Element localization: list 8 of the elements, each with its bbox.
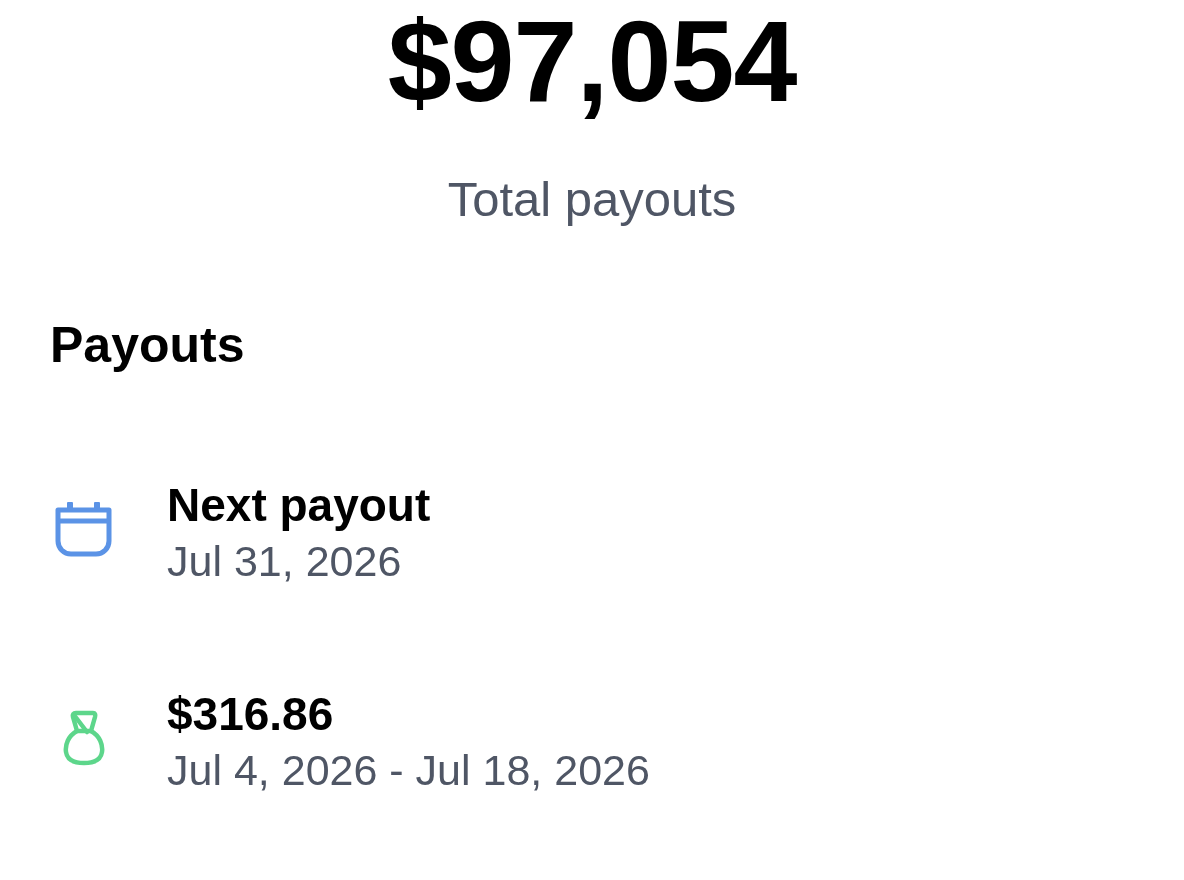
payout-date: Jul 31, 2026 — [167, 540, 403, 583]
section-title: Payouts — [50, 320, 245, 370]
total-caption: Total payouts — [447, 175, 737, 224]
payout-title: $316.86 — [167, 691, 335, 737]
money-bag-icon — [62, 709, 105, 766]
payout-date: Jul 4, 2026 - Jul 18, 2026 — [167, 749, 650, 792]
calendar-icon — [55, 500, 112, 557]
total-amount: $97,054 — [387, 4, 797, 119]
